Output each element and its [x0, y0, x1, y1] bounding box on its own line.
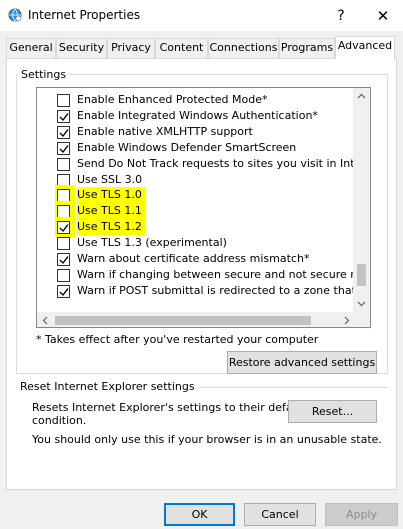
setting-label: Send Do Not Track requests to sites you … — [77, 156, 355, 170]
setting-label: Warn about certificate address mismatch* — [77, 252, 310, 265]
tab-security[interactable]: Security — [56, 38, 107, 58]
setting-label: Use SSL 3.0 — [77, 172, 143, 186]
checkmark-icon — [59, 256, 69, 265]
setting-label: Enable Enhanced Protected Mode* — [77, 93, 268, 106]
vertical-scroll-thumb[interactable] — [357, 264, 366, 286]
tab-connections[interactable]: Connections — [208, 38, 279, 58]
horizontal-scroll-thumb[interactable] — [55, 316, 311, 325]
setting-checkbox[interactable] — [57, 125, 70, 139]
setting-label: Enable Integrated Windows Authentication… — [77, 108, 318, 122]
setting-label: Enable Windows Defender SmartScreen — [77, 140, 297, 154]
tab-privacy[interactable]: Privacy — [107, 38, 155, 58]
settings-list[interactable]: Enable Enhanced Protected Mode* Enable In… — [36, 87, 371, 328]
reset-group-label: Reset Internet Explorer settings — [17, 380, 198, 393]
vertical-scrollbar[interactable] — [353, 88, 370, 312]
window-title: Internet Properties — [28, 8, 141, 22]
setting-label: Use TLS 1.2 — [77, 219, 146, 236]
checkmark-icon — [59, 112, 69, 121]
setting-checkbox[interactable] — [57, 253, 70, 266]
title-bar: Internet Properties ? ✕ — [0, 0, 403, 31]
tab-advanced[interactable]: Advanced — [335, 36, 395, 59]
tab-strip: General Security Privacy Content Connect… — [6, 36, 398, 59]
setting-label: Use TLS 1.3 (experimental) — [77, 236, 227, 250]
checkmark-icon — [59, 287, 69, 296]
reset-warning: You should only use this if your browser… — [32, 433, 382, 446]
tab-general[interactable]: General — [6, 38, 56, 58]
scrollbar-corner — [355, 312, 370, 327]
scroll-up-arrow-icon[interactable] — [353, 88, 370, 105]
settings-list-viewport: Enable Enhanced Protected Mode* Enable In… — [37, 88, 355, 312]
apply-button[interactable]: Apply — [325, 503, 398, 526]
restore-advanced-settings-button[interactable]: Restore advanced settings — [227, 351, 377, 374]
reset-description-line1: Resets Internet Explorer's settings to t… — [32, 401, 307, 414]
setting-label: Use TLS 1.1 — [77, 203, 146, 220]
setting-label: Warn if POST submittal is redirected to … — [77, 283, 355, 297]
setting-label: Enable native XMLHTTP support — [77, 124, 253, 138]
checkmark-icon — [59, 128, 69, 137]
settings-group-label: Settings — [18, 68, 70, 81]
checkmark-icon — [59, 224, 69, 233]
tab-programs[interactable]: Programs — [279, 38, 335, 58]
setting-checkbox[interactable] — [57, 221, 70, 235]
setting-checkbox[interactable] — [57, 284, 70, 298]
scroll-down-arrow-icon[interactable] — [353, 295, 370, 312]
setting-checkbox[interactable] — [57, 268, 70, 282]
setting-checkbox[interactable] — [57, 141, 70, 155]
setting-checkbox[interactable] — [57, 109, 70, 123]
setting-label: Warn if changing between secure and not … — [77, 267, 355, 281]
ok-button[interactable]: OK — [164, 503, 235, 526]
reset-button[interactable]: Reset... — [288, 400, 377, 423]
checkmark-icon — [59, 144, 69, 153]
reset-description-line2: condition. — [32, 414, 87, 427]
help-button[interactable]: ? — [326, 4, 356, 28]
scroll-left-arrow-icon[interactable] — [37, 312, 54, 327]
horizontal-scrollbar[interactable] — [37, 312, 355, 327]
scroll-right-arrow-icon[interactable] — [338, 312, 355, 327]
close-button[interactable]: ✕ — [368, 4, 398, 28]
setting-label: Use TLS 1.0 — [77, 187, 146, 204]
setting-checkbox[interactable] — [57, 157, 70, 171]
restart-note: * Takes effect after you've restarted yo… — [36, 333, 319, 346]
internet-globe-icon — [8, 8, 22, 22]
setting-checkbox[interactable] — [57, 237, 70, 251]
setting-checkbox[interactable] — [57, 94, 70, 107]
tab-content[interactable]: Content — [155, 38, 208, 58]
cancel-button[interactable]: Cancel — [244, 503, 316, 526]
